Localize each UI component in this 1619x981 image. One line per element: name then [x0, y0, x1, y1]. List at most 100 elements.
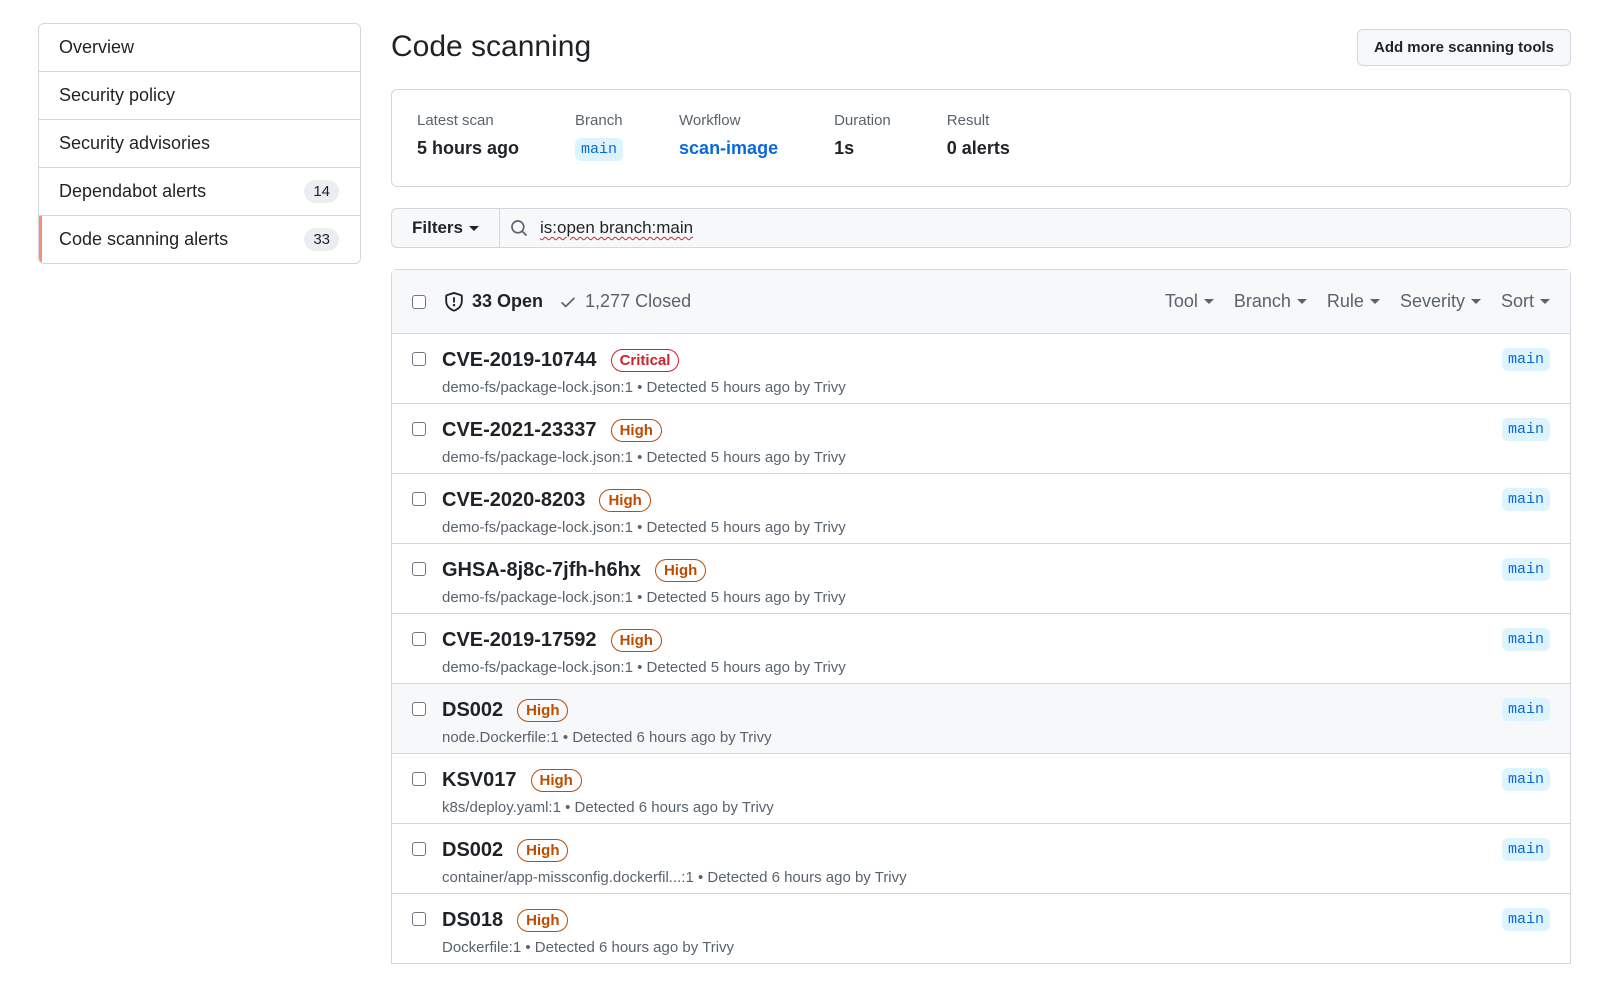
alert-row[interactable]: CVE-2019-17592 High demo-fs/package-lock.…: [392, 614, 1570, 684]
workflow-label: Workflow: [679, 112, 741, 129]
open-count-label: 33 Open: [472, 291, 544, 311]
scan-result: Result 0 alerts: [947, 112, 1010, 164]
sidebar-item-overview[interactable]: Overview: [39, 24, 360, 71]
alert-checkbox[interactable]: [412, 632, 426, 646]
branch-pill[interactable]: main: [1501, 628, 1550, 651]
sort-dropdown[interactable]: Sort: [1501, 291, 1550, 312]
sidebar-item-security-advisories[interactable]: Security advisories: [39, 119, 360, 167]
filters-label: Filters: [411, 218, 464, 237]
alert-meta: demo-fs/package-lock.json:1 • Detected 5…: [442, 589, 846, 606]
alert-meta: Dockerfile:1 • Detected 6 hours ago by T…: [442, 939, 735, 956]
latest-scan-label: Latest scan: [417, 112, 494, 129]
sidebar-item-security-policy[interactable]: Security policy: [39, 71, 360, 119]
rule-filter-label: Rule: [1326, 291, 1364, 311]
search-input[interactable]: is:open branch:main: [500, 209, 1570, 247]
alert-row[interactable]: DS018 High Dockerfile:1 • Detected 6 hour…: [392, 894, 1570, 964]
alert-row[interactable]: KSV017 High k8s/deploy.yaml:1 • Detected …: [392, 754, 1570, 824]
alert-title-link[interactable]: CVE-2021-23337: [442, 419, 597, 442]
filters-dropdown-button[interactable]: Filters: [392, 209, 500, 247]
severity-badge: High: [599, 488, 651, 512]
security-sidebar: Overview Security policy Security adviso…: [38, 23, 361, 264]
branch-pill[interactable]: main: [1501, 488, 1550, 511]
branch-pill[interactable]: main: [1501, 768, 1550, 791]
count-badge: 14: [304, 180, 339, 203]
alert-title-link[interactable]: CVE-2019-17592: [442, 629, 597, 652]
caret-down-icon: [1470, 299, 1481, 304]
severity-badge: High: [517, 908, 569, 932]
alert-checkbox[interactable]: [412, 912, 426, 926]
alert-meta: demo-fs/package-lock.json:1 • Detected 5…: [442, 449, 846, 466]
sidebar-item-label: Security advisories: [59, 133, 211, 153]
page-title: Code scanning: [391, 30, 592, 63]
alert-title-link[interactable]: GHSA-8j8c-7jfh-h6hx: [442, 559, 641, 582]
alert-title-link[interactable]: KSV017: [442, 769, 517, 792]
severity-filter-dropdown[interactable]: Severity: [1400, 291, 1481, 312]
open-alerts-filter[interactable]: 33 Open: [444, 291, 543, 312]
alert-checkbox[interactable]: [412, 422, 426, 436]
branch-pill[interactable]: main: [1501, 558, 1550, 581]
branch-pill[interactable]: main: [1501, 348, 1550, 371]
sidebar-item-code-scanning-alerts[interactable]: Code scanning alerts 33: [39, 215, 360, 263]
sidebar-item-label: Overview: [59, 37, 135, 57]
alert-title-link[interactable]: CVE-2019-10744: [442, 349, 597, 372]
alert-checkbox[interactable]: [412, 492, 426, 506]
branch-pill[interactable]: main: [1501, 418, 1550, 441]
tool-filter-dropdown[interactable]: Tool: [1165, 291, 1214, 312]
alert-row[interactable]: CVE-2020-8203 High demo-fs/package-lock.j…: [392, 474, 1570, 544]
severity-badge: High: [654, 558, 707, 582]
rule-filter-dropdown[interactable]: Rule: [1327, 291, 1380, 312]
alert-checkbox[interactable]: [412, 772, 426, 786]
branch-pill[interactable]: main: [1501, 698, 1550, 721]
alerts-list: 33 Open 1,277 Closed Tool Branch Rule Se…: [391, 269, 1571, 964]
scan-workflow: Workflow scan-image: [679, 112, 778, 164]
alerts-list-header: 33 Open 1,277 Closed Tool Branch Rule Se…: [392, 270, 1570, 334]
alert-title-link[interactable]: DS002: [442, 699, 503, 722]
branch-pill[interactable]: main: [1501, 838, 1550, 861]
alert-checkbox[interactable]: [412, 842, 426, 856]
alert-row[interactable]: CVE-2021-23337 High demo-fs/package-lock.…: [392, 404, 1570, 474]
alert-title-link[interactable]: CVE-2020-8203: [442, 489, 585, 512]
caret-down-icon: [1296, 299, 1307, 304]
severity-badge: High: [610, 418, 662, 442]
alert-body: DS002 High container/app-missconfig.docke…: [442, 837, 907, 893]
caret-down-icon: [1540, 299, 1550, 304]
alert-meta: demo-fs/package-lock.json:1 • Detected 5…: [442, 379, 846, 396]
latest-scan-summary: Latest scan 5 hours ago Branch main Work…: [391, 89, 1571, 187]
branch-pill[interactable]: main: [575, 138, 624, 161]
closed-count-label: 1,277 Closed: [585, 291, 692, 311]
alert-body: CVE-2019-10744 Critical demo-fs/package-l…: [442, 347, 846, 403]
alert-checkbox[interactable]: [412, 702, 426, 716]
alert-row[interactable]: DS002 High container/app-missconfig.docke…: [392, 824, 1570, 894]
alert-title-link[interactable]: DS018: [442, 909, 503, 932]
tool-filter-label: Tool: [1164, 291, 1198, 311]
alert-body: KSV017 High k8s/deploy.yaml:1 • Detected …: [442, 767, 774, 823]
select-all-checkbox[interactable]: [412, 294, 426, 309]
alert-body: CVE-2019-17592 High demo-fs/package-lock.…: [442, 627, 846, 683]
caret-down-icon: [1369, 299, 1380, 304]
result-label: Result: [946, 112, 990, 129]
alert-checkbox[interactable]: [412, 562, 426, 576]
sidebar-item-label: Dependabot alerts: [59, 181, 207, 201]
branch-label: Branch: [575, 112, 623, 129]
severity-badge: High: [517, 838, 569, 862]
severity-badge: High: [517, 698, 569, 722]
page-header: Code scanning Add more scanning tools: [391, 23, 1571, 71]
scan-branch: Branch main: [575, 112, 624, 164]
alert-checkbox[interactable]: [412, 352, 426, 366]
alert-body: DS002 High node.Dockerfile:1 • Detected 6…: [442, 697, 772, 753]
closed-alerts-filter[interactable]: 1,277 Closed: [559, 291, 691, 312]
sidebar-item-label: Code scanning alerts: [59, 229, 229, 249]
sidebar-item-dependabot-alerts[interactable]: Dependabot alerts 14: [39, 167, 360, 215]
add-scanning-tools-button[interactable]: Add more scanning tools: [1356, 28, 1571, 66]
alert-row[interactable]: DS002 High node.Dockerfile:1 • Detected 6…: [392, 684, 1570, 754]
list-filter-menus: Tool Branch Rule Severity Sort: [1165, 291, 1550, 312]
alert-row[interactable]: CVE-2019-10744 Critical demo-fs/package-l…: [392, 334, 1570, 404]
alert-title-link[interactable]: DS002: [442, 839, 503, 862]
duration-value: 1s: [834, 138, 855, 158]
search-query: is:open branch:main: [540, 218, 694, 237]
workflow-link[interactable]: scan-image: [679, 138, 778, 159]
alert-meta: demo-fs/package-lock.json:1 • Detected 5…: [442, 519, 846, 536]
alert-row[interactable]: GHSA-8j8c-7jfh-h6hx High demo-fs/package-…: [392, 544, 1570, 614]
branch-filter-dropdown[interactable]: Branch: [1234, 291, 1307, 312]
branch-pill[interactable]: main: [1501, 908, 1550, 931]
